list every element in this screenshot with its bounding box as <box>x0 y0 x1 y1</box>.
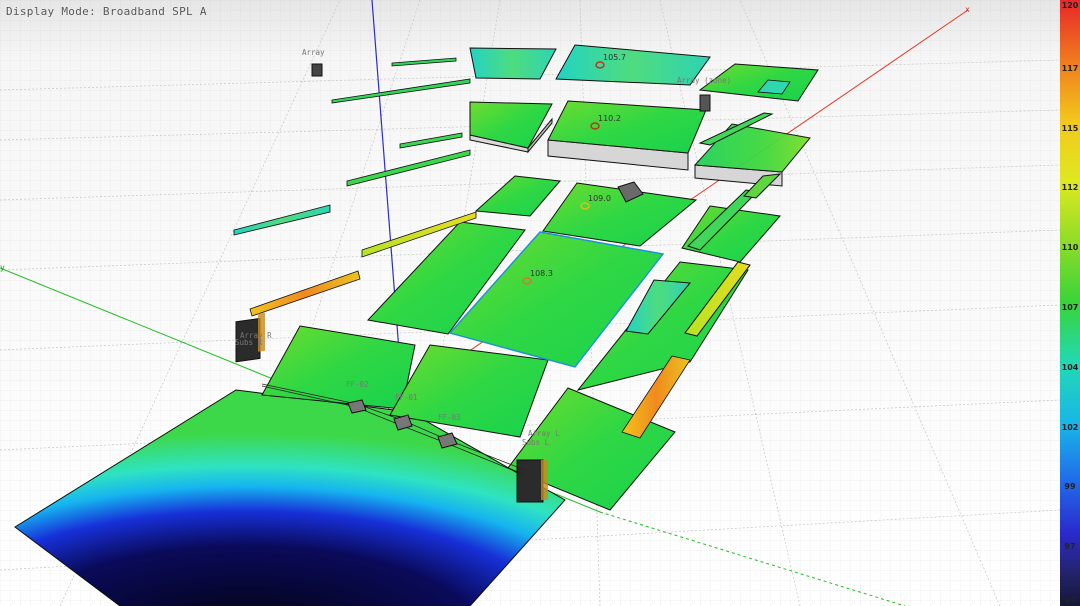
spl-color-scale: 120 117 115 112 110 107 104 102 99 97 94 <box>1060 0 1080 606</box>
scale-tick-97: 97 <box>1064 542 1076 551</box>
scale-tick-115: 115 <box>1061 124 1079 133</box>
ff02-label: FF-02 <box>346 380 369 389</box>
ff03-label: FF-03 <box>438 413 461 422</box>
probe-value-4: 108.3 <box>530 269 553 278</box>
ff01-label: FF-01 <box>395 393 418 402</box>
array-top-speaker[interactable] <box>311 63 323 77</box>
y-axis-marker: y <box>0 263 5 272</box>
array-zone-speaker[interactable] <box>699 94 711 112</box>
probe-value-1: 105.7 <box>603 53 626 62</box>
scale-tick-110: 110 <box>1061 243 1079 252</box>
spl-map-scene[interactable]: x y Array Array (zone) Array R Subs R Ar… <box>0 0 1060 606</box>
subs-l-label: Subs L <box>522 438 550 447</box>
array-l-speaker[interactable] <box>516 459 548 503</box>
x-axis-marker: x <box>965 5 970 14</box>
scale-tick-120: 120 <box>1061 1 1079 10</box>
array-l-label: Array L <box>528 429 560 438</box>
scale-tick-117: 117 <box>1061 64 1079 73</box>
probe-value-3: 109.0 <box>588 194 611 203</box>
display-mode-label: Display Mode: Broadband SPL A <box>6 5 207 18</box>
scale-tick-107: 107 <box>1061 303 1079 312</box>
subs-r-label: Subs R <box>235 338 263 347</box>
scale-tick-102: 102 <box>1061 423 1079 432</box>
probe-value-2: 110.2 <box>598 114 621 123</box>
scale-tick-94: 94 <box>1064 596 1076 605</box>
array-zone-label: Array (zone) <box>677 76 731 85</box>
ff02-speaker[interactable] <box>347 399 367 414</box>
scale-tick-99: 99 <box>1064 482 1076 491</box>
array-top-label: Array <box>302 48 325 57</box>
scale-tick-112: 112 <box>1061 183 1079 192</box>
scale-tick-104: 104 <box>1061 363 1079 372</box>
3d-viewport[interactable]: x y Array Array (zone) Array R Subs R Ar… <box>0 0 1060 606</box>
